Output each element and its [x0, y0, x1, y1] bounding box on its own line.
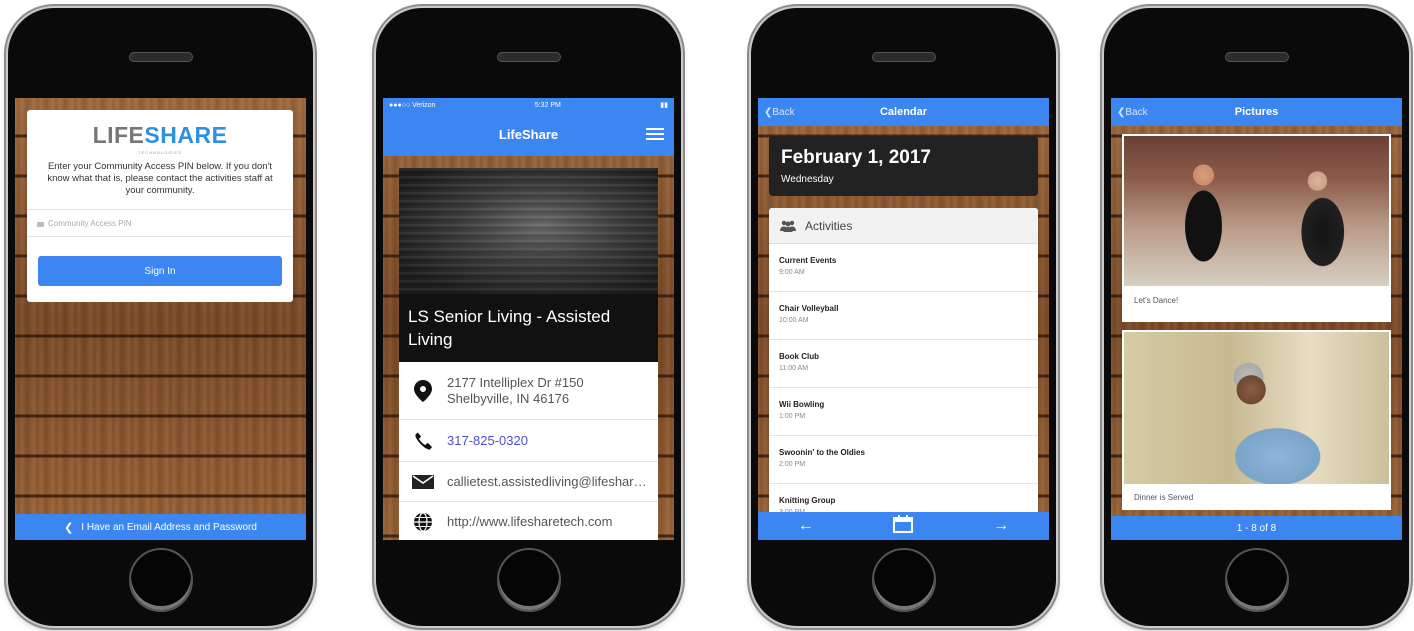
- back-button[interactable]: ❮ Back: [764, 98, 795, 126]
- phone-speaker: [1224, 52, 1289, 62]
- battery-icon: ▮▮: [660, 102, 668, 109]
- activity-name: Swoonin' to the Oldies: [779, 448, 865, 457]
- status-bar: ●●●○○ Verizon 5:32 PM ▮▮: [383, 98, 674, 112]
- email-address: callietest.assistedliving@lifesharetech.…: [447, 473, 658, 489]
- phone-community: ●●●○○ Verizon 5:32 PM ▮▮ LifeShare LS Se…: [376, 8, 681, 626]
- address-line-1: 2177 Intelliplex Dr #150: [447, 374, 584, 390]
- date-header: February 1, 2017 Wednesday: [769, 136, 1038, 196]
- pager-label: 1 - 8 of 8: [1236, 522, 1277, 534]
- phone-speaker: [496, 52, 561, 62]
- email-login-link[interactable]: ❮ I Have an Email Address and Password: [15, 514, 306, 540]
- activity-item[interactable]: Swoonin' to the Oldies 2:00 PM: [769, 436, 1038, 484]
- pin-placeholder: Community Access PIN: [48, 218, 132, 228]
- login-instructions: Enter your Community Access PIN below. I…: [47, 161, 273, 196]
- activity-name: Book Club: [779, 352, 819, 361]
- address-line-2: Shelbyville, IN 46176: [447, 390, 570, 406]
- menu-icon[interactable]: [646, 128, 664, 140]
- back-button[interactable]: ❮ Back: [1117, 98, 1148, 126]
- lifeshare-logo: LIFESHARE: [27, 122, 293, 149]
- activity-name: Chair Volleyball: [779, 304, 839, 313]
- nav-bar: ❮ Back Calendar: [758, 98, 1049, 126]
- nav-bar: LifeShare: [383, 112, 674, 156]
- activities-header: Activities: [769, 208, 1038, 244]
- login-card: LIFESHARE TECHNOLOGIES Enter your Commun…: [27, 110, 293, 302]
- activities-title: Activities: [805, 218, 853, 233]
- activity-name: Wii Bowling: [779, 400, 825, 409]
- community-photo: [399, 168, 658, 294]
- activity-name: Knitting Group: [779, 496, 836, 505]
- home-button: [128, 548, 193, 612]
- home-button: [871, 548, 936, 612]
- app-screenshots: LIFESHARE TECHNOLOGIES Enter your Commun…: [0, 0, 1414, 631]
- phone-pictures: ❮ Back Pictures Let's Dance! Dinner is S…: [1104, 8, 1409, 626]
- chevron-left-icon: ❮: [64, 521, 74, 534]
- activity-item[interactable]: Current Events 9:00 AM: [769, 244, 1038, 292]
- nav-bar: ❮ Back Pictures: [1111, 98, 1402, 126]
- pictures-screen: ❮ Back Pictures Let's Dance! Dinner is S…: [1111, 98, 1402, 540]
- picture-caption: Dinner is Served: [1134, 493, 1194, 502]
- picture-card[interactable]: Dinner is Served: [1122, 330, 1391, 510]
- activities-card: Activities Current Events 9:00 AM Chair …: [769, 208, 1038, 524]
- pager-bar: 1 - 8 of 8: [1111, 516, 1402, 540]
- email-login-label: I Have an Email Address and Password: [81, 521, 257, 533]
- pin-input[interactable]: Community Access PIN: [27, 210, 293, 236]
- back-label: Back: [772, 106, 795, 118]
- arrow-right-icon[interactable]: →: [993, 517, 1009, 535]
- date-label: February 1, 2017: [781, 147, 931, 168]
- nav-title: LifeShare: [498, 126, 559, 142]
- logo-subtitle: TECHNOLOGIES: [138, 150, 182, 155]
- nav-title: Pictures: [1234, 106, 1279, 118]
- carrier-label: ●●●○○ Verizon: [389, 101, 436, 109]
- phone-icon: [399, 432, 447, 450]
- phone-speaker: [128, 52, 193, 62]
- weekday-label: Wednesday: [781, 174, 834, 185]
- arrow-left-icon[interactable]: ←: [798, 517, 814, 535]
- email-row[interactable]: callietest.assistedliving@lifesharetech.…: [399, 462, 658, 502]
- envelope-icon: [399, 474, 447, 489]
- globe-icon: [399, 512, 447, 532]
- activity-time: 9:00 AM: [779, 269, 805, 276]
- sign-in-button[interactable]: Sign In: [38, 256, 282, 286]
- address-row[interactable]: 2177 Intelliplex Dr #150 Shelbyville, IN…: [399, 362, 658, 420]
- login-screen: LIFESHARE TECHNOLOGIES Enter your Commun…: [15, 98, 306, 540]
- activity-item[interactable]: Chair Volleyball 10:00 AM: [769, 292, 1038, 340]
- dance-photo: [1124, 136, 1389, 286]
- activity-item[interactable]: Wii Bowling 1:00 PM: [769, 388, 1038, 436]
- status-time: 5:32 PM: [534, 101, 561, 109]
- calendar-screen: ❮ Back Calendar February 1, 2017 Wednesd…: [758, 98, 1049, 540]
- map-pin-icon: [399, 379, 447, 402]
- activity-time: 1:00 PM: [779, 413, 806, 420]
- phone-number: 317-825-0320: [447, 432, 528, 448]
- nav-title: Calendar: [879, 106, 928, 118]
- phone-calendar: ❮ Back Calendar February 1, 2017 Wednesd…: [751, 8, 1056, 626]
- website-row[interactable]: http://www.lifesharetech.com: [399, 502, 658, 540]
- lock-icon: [37, 221, 44, 227]
- community-card: LS Senior Living - Assisted Living 2177 …: [399, 168, 658, 540]
- home-button: [1224, 548, 1289, 612]
- chevron-left-icon: ❮: [764, 106, 773, 118]
- activity-time: 10:00 AM: [779, 317, 809, 324]
- divider: [27, 236, 293, 237]
- home-button: [496, 548, 561, 612]
- dinner-photo: [1124, 332, 1389, 484]
- picture-card[interactable]: Let's Dance!: [1122, 134, 1391, 322]
- phone-login: LIFESHARE TECHNOLOGIES Enter your Commun…: [8, 8, 313, 626]
- logo-share: SHARE: [144, 122, 228, 148]
- activity-time: 11:00 AM: [779, 365, 809, 372]
- picture-caption: Let's Dance!: [1134, 296, 1179, 305]
- calendar-icon[interactable]: [893, 514, 914, 538]
- activity-name: Current Events: [779, 256, 837, 265]
- activity-item[interactable]: Book Club 11:00 AM: [769, 340, 1038, 388]
- phone-speaker: [871, 52, 936, 62]
- website-url: http://www.lifesharetech.com: [447, 514, 613, 529]
- calendar-toolbar: ← →: [758, 512, 1049, 540]
- activity-time: 2:00 PM: [779, 461, 806, 468]
- people-icon: [779, 220, 797, 232]
- logo-life: LIFE: [92, 122, 145, 148]
- back-label: Back: [1125, 106, 1148, 118]
- phone-row[interactable]: 317-825-0320: [399, 420, 658, 462]
- chevron-left-icon: ❮: [1117, 106, 1126, 118]
- community-screen: ●●●○○ Verizon 5:32 PM ▮▮ LifeShare LS Se…: [383, 98, 674, 540]
- community-name: LS Senior Living - Assisted Living: [399, 294, 658, 362]
